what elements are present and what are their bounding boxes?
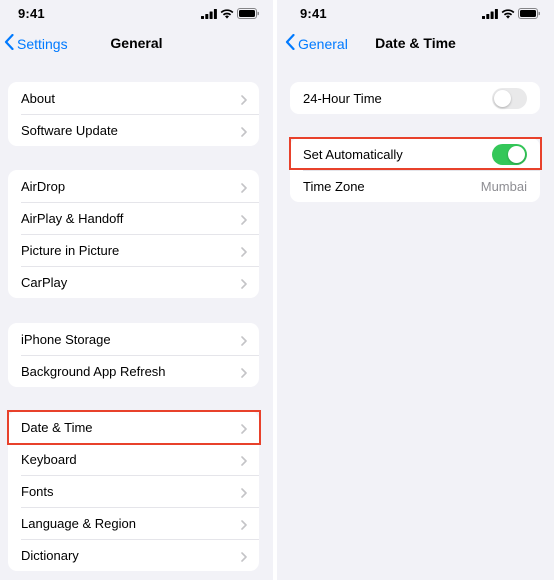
cellular-signal-icon: [201, 8, 217, 19]
list-item-label: Time Zone: [303, 178, 365, 194]
battery-icon: [518, 8, 540, 19]
chevron-right-icon: [241, 422, 247, 437]
list-item-label: Keyboard: [21, 451, 77, 467]
list-item-set-automatically: Set Automatically: [290, 138, 540, 170]
chevron-right-icon: [241, 277, 247, 292]
set-automatically-toggle[interactable]: [492, 144, 527, 165]
chevron-right-icon: [241, 550, 247, 565]
24-hour-time-toggle[interactable]: [492, 88, 527, 109]
status-bar: 9:41: [0, 0, 273, 28]
toggle-knob: [508, 146, 525, 163]
status-icons: [201, 8, 259, 19]
chevron-right-icon: [241, 334, 247, 349]
toggle-knob: [494, 90, 511, 107]
chevron-right-icon: [241, 93, 247, 108]
list-item-label: 24-Hour Time: [303, 90, 382, 106]
status-time: 9:41: [18, 6, 45, 21]
list-item-fonts[interactable]: Fonts: [8, 475, 259, 507]
cellular-signal-icon: [482, 8, 498, 19]
list-item-language-region[interactable]: Language & Region: [8, 507, 259, 539]
settings-group-about: About Software Update: [8, 82, 259, 146]
list-item-carplay[interactable]: CarPlay: [8, 266, 259, 298]
list-item-label: CarPlay: [21, 274, 68, 290]
time-zone-value: Mumbai: [480, 178, 527, 194]
list-item-label: Language & Region: [21, 515, 136, 531]
chevron-right-icon: [241, 245, 247, 260]
chevron-right-icon: [241, 518, 247, 533]
chevron-right-icon: [241, 454, 247, 469]
list-item-label: Picture in Picture: [21, 242, 120, 258]
settings-group-storage: iPhone Storage Background App Refresh: [8, 323, 259, 387]
chevron-right-icon: [241, 486, 247, 501]
list-item-keyboard[interactable]: Keyboard: [8, 443, 259, 475]
hour-format-group: 24-Hour Time: [290, 82, 540, 114]
date-time-screen: 9:41 General Date & Time 24-Hour Time Se…: [277, 0, 554, 580]
list-item-24-hour-time: 24-Hour Time: [290, 82, 540, 114]
tutorial-composite: 9:41 Settings General About Software Upd…: [0, 0, 554, 580]
list-item-label: Date & Time: [21, 419, 93, 435]
settings-group-connectivity: AirDrop AirPlay & Handoff Picture in Pic…: [8, 170, 259, 298]
chevron-right-icon: [241, 125, 247, 140]
list-item-label: Set Automatically: [303, 146, 403, 162]
page-title: Date & Time: [375, 35, 456, 51]
list-item-picture-in-picture[interactable]: Picture in Picture: [8, 234, 259, 266]
wifi-icon: [501, 8, 515, 19]
list-item-airdrop[interactable]: AirDrop: [8, 170, 259, 202]
nav-bar: Settings General: [0, 28, 273, 58]
list-item-software-update[interactable]: Software Update: [8, 114, 259, 146]
list-item-dictionary[interactable]: Dictionary: [8, 539, 259, 571]
list-item-date-time[interactable]: Date & Time: [8, 411, 259, 443]
list-item-label: About: [21, 90, 55, 106]
page-title: General: [110, 35, 163, 51]
list-item-label: AirPlay & Handoff: [21, 210, 124, 226]
nav-bar: General Date & Time: [277, 28, 554, 58]
status-icons: [482, 8, 540, 19]
settings-group-locale: Date & Time Keyboard Fonts Language & Re…: [8, 411, 259, 571]
list-item-label: Software Update: [21, 122, 118, 138]
chevron-right-icon: [241, 366, 247, 381]
wifi-icon: [220, 8, 234, 19]
list-item-label: iPhone Storage: [21, 331, 111, 347]
list-item-background-app-refresh[interactable]: Background App Refresh: [8, 355, 259, 387]
general-screen: 9:41 Settings General About Software Upd…: [0, 0, 273, 580]
list-item-iphone-storage[interactable]: iPhone Storage: [8, 323, 259, 355]
chevron-right-icon: [241, 213, 247, 228]
status-time: 9:41: [300, 6, 327, 21]
list-item-time-zone[interactable]: Time Zone Mumbai: [290, 170, 540, 202]
chevron-right-icon: [241, 181, 247, 196]
list-item-label: Dictionary: [21, 547, 79, 563]
battery-icon: [237, 8, 259, 19]
list-item-label: Fonts: [21, 483, 54, 499]
status-bar: 9:41: [277, 0, 554, 28]
list-item-label: Background App Refresh: [21, 363, 166, 379]
list-item-airplay-handoff[interactable]: AirPlay & Handoff: [8, 202, 259, 234]
time-settings-group: Set Automatically Time Zone Mumbai: [290, 138, 540, 202]
list-item-about[interactable]: About: [8, 82, 259, 114]
list-item-label: AirDrop: [21, 178, 66, 194]
